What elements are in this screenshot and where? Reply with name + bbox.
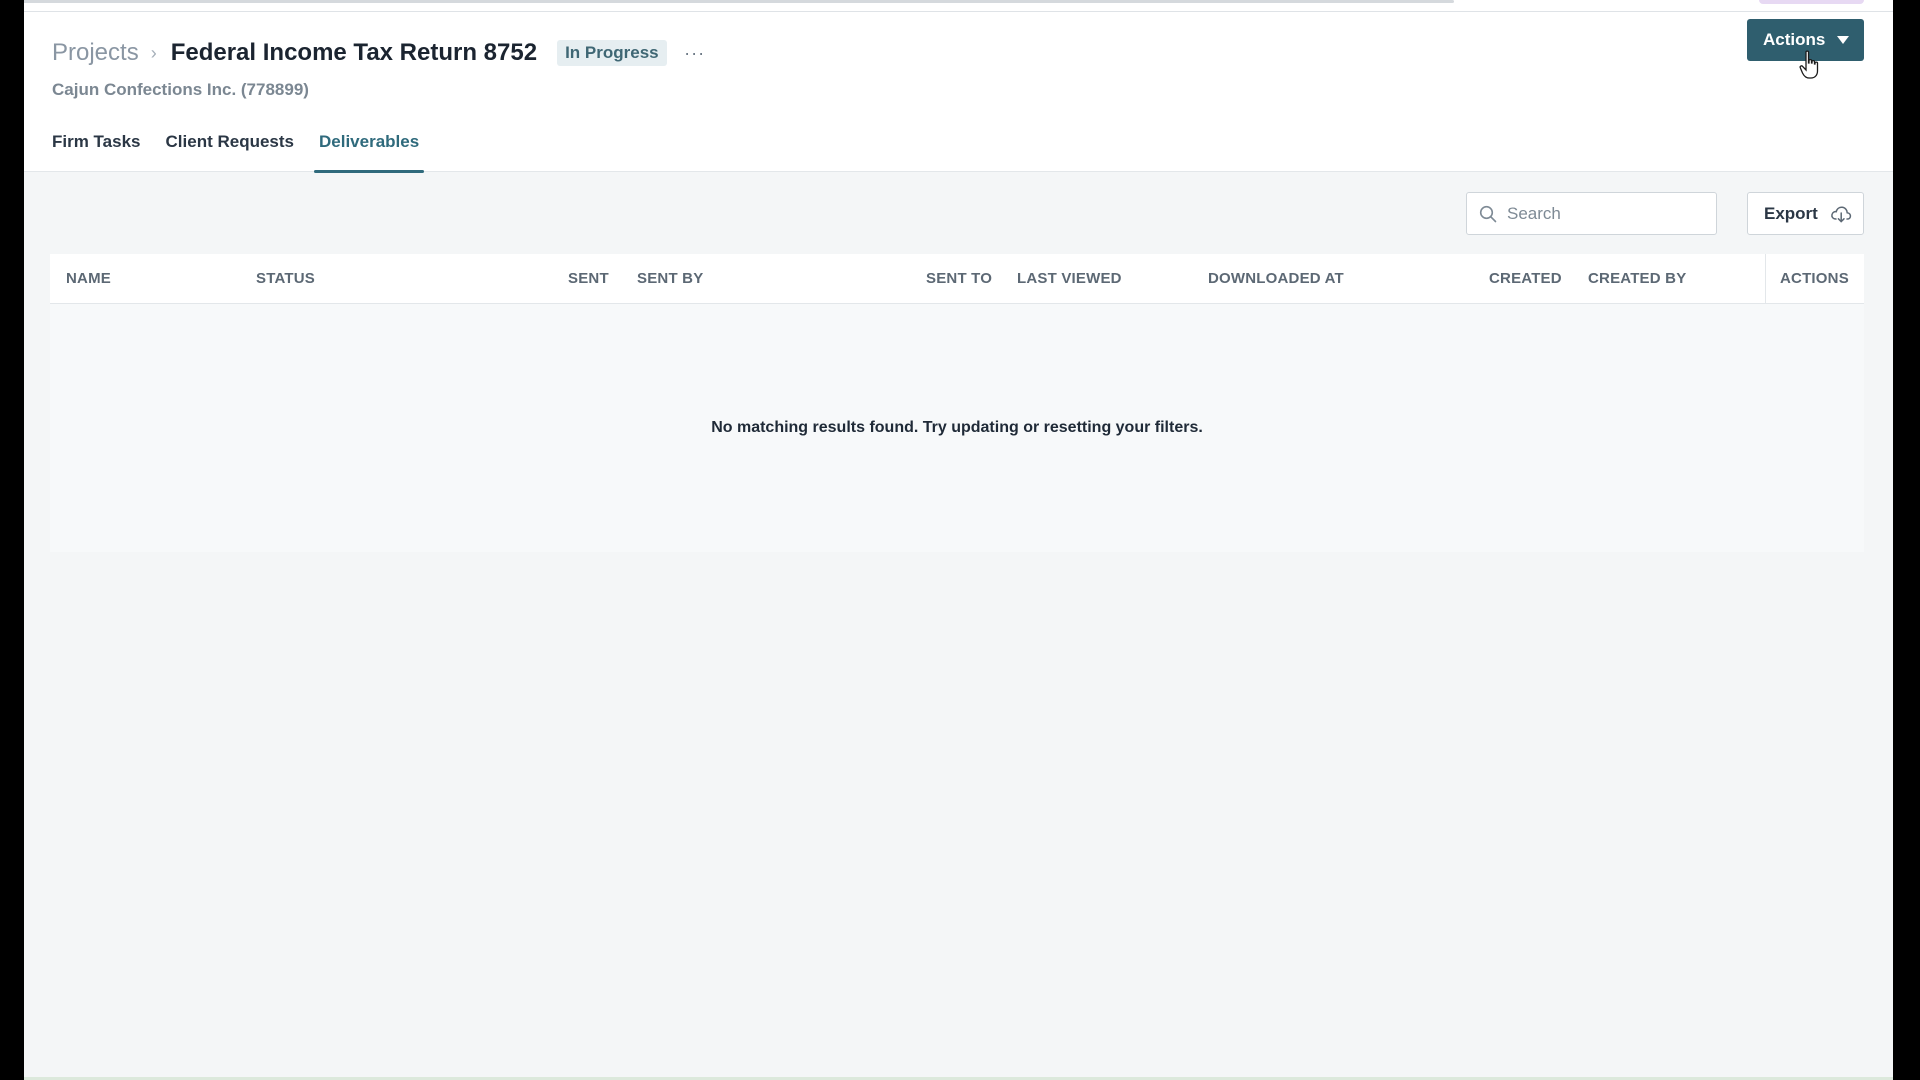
top-pill <box>1759 0 1864 4</box>
cloud-download-icon <box>1830 206 1852 222</box>
top-strip <box>24 0 1893 12</box>
export-button-label: Export <box>1764 203 1818 223</box>
breadcrumb-projects-link[interactable]: Projects <box>52 39 139 67</box>
column-header-sent[interactable]: SENT <box>568 254 609 304</box>
more-options-icon[interactable]: ··· <box>683 41 707 65</box>
actions-button-label: Actions <box>1763 30 1826 49</box>
breadcrumb: Projects › Federal Income Tax Return 875… <box>52 38 707 68</box>
tab-bar: Firm Tasks Client Requests Deliverables <box>52 132 444 173</box>
export-button[interactable]: Export <box>1747 192 1864 235</box>
search-icon <box>1479 205 1497 222</box>
column-header-name[interactable]: NAME <box>66 254 111 304</box>
column-header-actions: ACTIONS <box>1765 254 1849 304</box>
client-name[interactable]: Cajun Confections Inc. (778899) <box>52 80 309 100</box>
column-header-status[interactable]: STATUS <box>256 254 315 304</box>
column-header-downloaded-at[interactable]: DOWNLOADED AT <box>1208 254 1344 304</box>
column-header-created-by[interactable]: CREATED BY <box>1588 254 1686 304</box>
project-header: Projects › Federal Income Tax Return 875… <box>24 12 1893 173</box>
search-field[interactable] <box>1466 192 1717 235</box>
loading-progress-bar <box>24 0 1454 3</box>
page-title: Federal Income Tax Return 8752 <box>170 39 538 66</box>
column-header-sent-to[interactable]: SENT TO <box>926 254 992 304</box>
status-badge: In Progress <box>557 40 667 66</box>
screen-edge <box>1893 0 1920 1080</box>
caret-down-icon <box>1837 36 1849 44</box>
app-window: Projects › Federal Income Tax Return 875… <box>24 0 1893 1080</box>
hand-pointer-cursor-icon <box>1799 50 1819 79</box>
table-header-row: NAME STATUS SENT SENT BY SENT TO LAST VI… <box>50 254 1864 304</box>
tab-firm-tasks[interactable]: Firm Tasks <box>52 132 141 172</box>
tab-client-requests[interactable]: Client Requests <box>166 132 294 172</box>
chevron-right-icon: › <box>150 42 157 63</box>
column-header-sent-by[interactable]: SENT BY <box>637 254 703 304</box>
deliverables-table: NAME STATUS SENT SENT BY SENT TO LAST VI… <box>50 254 1864 552</box>
column-header-last-viewed[interactable]: LAST VIEWED <box>1017 254 1122 304</box>
column-header-created[interactable]: CREATED <box>1489 254 1562 304</box>
tab-deliverables[interactable]: Deliverables <box>313 132 425 173</box>
empty-state-message: No matching results found. Try updating … <box>711 419 1203 436</box>
search-input[interactable] <box>1507 203 1707 224</box>
